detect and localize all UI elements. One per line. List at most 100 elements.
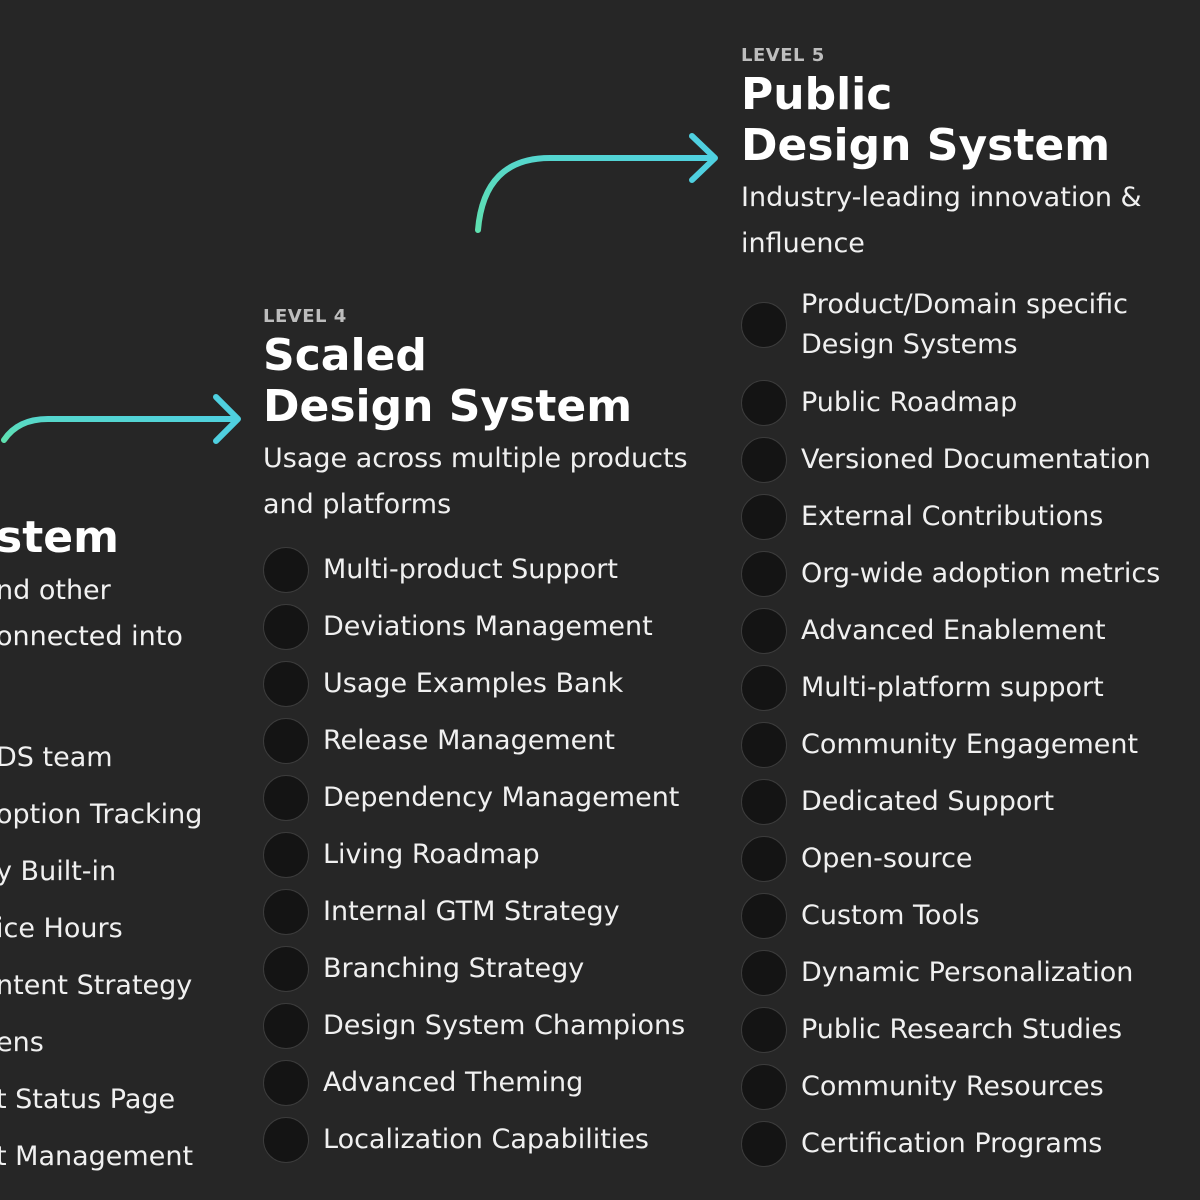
item-label: Deviations Management [323, 610, 653, 642]
level-5-title-line-2: Design System [741, 120, 1111, 171]
list-item: t Management [0, 1135, 202, 1192]
level-3-items: DS team option Tracking y Built-in ice H… [0, 736, 202, 1192]
item-label: Internal GTM Strategy [323, 895, 620, 927]
checkbox-circle-icon [741, 664, 787, 711]
checklist-item: Advanced Theming [263, 1059, 703, 1106]
checklist-item: Public Research Studies [741, 1006, 1181, 1053]
item-label: Dependency Management [323, 781, 680, 813]
checklist-item: Public Roadmap [741, 379, 1181, 426]
level-3-desc-line-2: onnected into [0, 621, 183, 652]
checkbox-circle-icon [263, 660, 309, 707]
item-label: Open-source [801, 842, 973, 874]
checkbox-circle-icon [741, 1063, 787, 1110]
item-label: t Status Page [0, 1084, 176, 1115]
item-label: Advanced Enablement [801, 614, 1106, 646]
checklist-item: Release Management [263, 717, 703, 764]
item-label: Release Management [323, 724, 615, 756]
item-label: ntent Strategy [0, 970, 193, 1001]
checkbox-circle-icon [263, 888, 309, 935]
checklist-item: Usage Examples Bank [263, 660, 703, 707]
item-label: DS team [0, 742, 113, 773]
checklist-item: Custom Tools [741, 892, 1181, 939]
item-label: Certification Programs [801, 1127, 1103, 1159]
level-5-description: Industry-leading innovation & influence [741, 182, 1142, 259]
list-item: y Built-in [0, 850, 202, 907]
item-label: Branching Strategy [323, 952, 585, 984]
checkbox-circle-icon [263, 1002, 309, 1049]
level-4-items: Multi-product Support Deviations Manageme… [263, 546, 703, 1163]
list-item: DS team [0, 736, 202, 793]
item-label: y Built-in [0, 856, 117, 887]
item-label: Usage Examples Bank [323, 667, 624, 699]
item-label: ens [0, 1027, 44, 1058]
checkbox-circle-icon [263, 831, 309, 878]
checklist-item: Versioned Documentation [741, 436, 1181, 483]
checkbox-circle-icon [741, 302, 787, 348]
checkbox-circle-icon [741, 436, 787, 483]
checklist-item: Dedicated Support [741, 778, 1181, 825]
item-label: Public Research Studies [801, 1013, 1123, 1045]
item-label: ice Hours [0, 913, 123, 944]
checkbox-circle-icon [263, 774, 309, 821]
list-item: option Tracking [0, 793, 202, 850]
item-label: Dedicated Support [801, 785, 1055, 817]
item-label: Public Roadmap [801, 386, 1018, 418]
arrow-to-level-4 [1, 394, 241, 444]
checkbox-circle-icon [741, 550, 787, 597]
item-label: Design System Champions [323, 1009, 686, 1041]
checklist-item: Community Engagement [741, 721, 1181, 768]
item-label: Localization Capabilities [323, 1123, 649, 1155]
checklist-item: External Contributions [741, 493, 1181, 540]
checkbox-circle-icon [741, 892, 787, 939]
item-label: Community Resources [801, 1070, 1104, 1102]
level-5-title-line-1: Public [741, 69, 893, 120]
item-label: option Tracking [0, 799, 203, 830]
arrow-to-level-5 [475, 133, 718, 233]
level-3-desc-line-1: nd other [0, 575, 111, 606]
level-5-title: Public Design System [741, 69, 1181, 171]
checklist-item: Org-wide adoption metrics [741, 550, 1181, 597]
checkbox-circle-icon [741, 778, 787, 825]
checkbox-circle-icon [263, 717, 309, 764]
item-label: Dynamic Personalization [801, 956, 1134, 988]
level-5-label: LEVEL 5 [741, 45, 825, 66]
checkbox-circle-icon [263, 1059, 309, 1106]
checklist-item: Deviations Management [263, 603, 703, 650]
item-label: Custom Tools [801, 899, 980, 931]
checklist-item: Open-source [741, 835, 1181, 882]
level-4-label: LEVEL 4 [263, 306, 347, 327]
checkbox-circle-icon [263, 945, 309, 992]
level-4-title-line-1: Scaled [263, 330, 427, 381]
checklist-item: Product/Domain specific Design Systems [741, 285, 1181, 365]
checkbox-circle-icon [741, 379, 787, 426]
list-item: ntent Strategy [0, 964, 202, 1021]
item-label: External Contributions [801, 500, 1104, 532]
item-label: Org-wide adoption metrics [801, 557, 1161, 589]
item-label: Living Roadmap [323, 838, 540, 870]
item-label: Advanced Theming [323, 1066, 584, 1098]
checkbox-circle-icon [741, 493, 787, 540]
level-4-title-line-2: Design System [263, 381, 633, 432]
level-4-column: LEVEL 4 Scaled Design System Usage acros… [263, 306, 703, 1173]
list-item: ice Hours [0, 907, 202, 964]
checklist-item: Community Resources [741, 1063, 1181, 1110]
checklist-item: Advanced Enablement [741, 607, 1181, 654]
checkbox-circle-icon [263, 1116, 309, 1163]
checklist-item: Localization Capabilities [263, 1116, 703, 1163]
checkbox-circle-icon [741, 607, 787, 654]
level-4-description: Usage across multiple products and platf… [263, 443, 688, 520]
checklist-item: Branching Strategy [263, 945, 703, 992]
item-label: Community Engagement [801, 728, 1139, 760]
item-label: Product/Domain specific Design Systems [801, 289, 1128, 360]
checklist-item: Living Roadmap [263, 831, 703, 878]
checkbox-circle-icon [263, 603, 309, 650]
checklist-item: Multi-product Support [263, 546, 703, 593]
checkbox-circle-icon [741, 949, 787, 996]
level-5-column: LEVEL 5 Public Design System Industry-le… [741, 45, 1181, 1177]
item-label: Multi-platform support [801, 671, 1104, 703]
item-label: t Management [0, 1141, 194, 1172]
checkbox-circle-icon [741, 1120, 787, 1167]
checklist-item: Design System Champions [263, 1002, 703, 1049]
checklist-item: Multi-platform support [741, 664, 1181, 711]
item-label: Multi-product Support [323, 553, 618, 585]
